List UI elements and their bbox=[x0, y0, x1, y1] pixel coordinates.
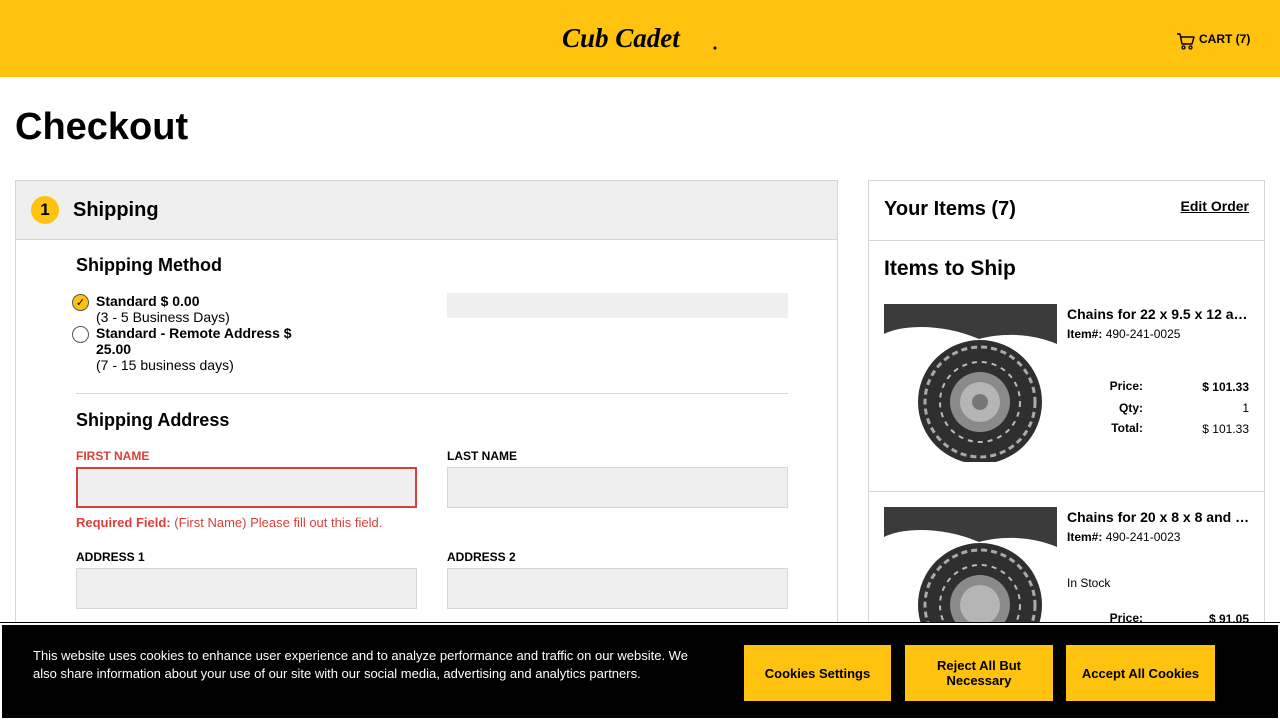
shipping-address-title: Shipping Address bbox=[76, 410, 230, 430]
stock-status: In Stock bbox=[1067, 576, 1111, 590]
cart-item: Chains for 20 x 8 x 8 and 20 x 10 x 8 Ti… bbox=[869, 507, 1264, 665]
radio-unchecked-icon[interactable] bbox=[72, 326, 89, 343]
section-divider bbox=[76, 393, 788, 394]
method-detail: (3 - 5 Business Days) bbox=[96, 309, 230, 325]
item-name[interactable]: Chains for 20 x 8 x 8 and 20 x 10 x 8 Ti… bbox=[1067, 509, 1250, 525]
address2-field[interactable] bbox=[447, 568, 788, 609]
price-label: Price: bbox=[1109, 379, 1143, 393]
page-title: Checkout bbox=[15, 106, 189, 148]
edit-order-link[interactable]: Edit Order bbox=[1181, 198, 1249, 214]
address2-label: ADDRESS 2 bbox=[447, 550, 516, 564]
method-name: Standard $ 0.00 bbox=[96, 293, 200, 309]
first-name-label: FIRST NAME bbox=[76, 449, 150, 463]
shipping-method-title: Shipping Method bbox=[76, 255, 222, 275]
item-number-label: Item#: bbox=[1067, 530, 1103, 544]
cart-link[interactable]: CART (7) bbox=[1176, 31, 1250, 51]
cookie-banner: This website uses cookies to enhance use… bbox=[0, 622, 1280, 720]
cart-item: Chains for 22 x 9.5 x 12 and 23 x 9.5 x … bbox=[869, 304, 1264, 492]
tire-chain-image[interactable] bbox=[884, 304, 1057, 462]
item-number: Item#: 490-241-0023 bbox=[1067, 530, 1180, 544]
first-name-error: Required Field: (First Name) Please fill… bbox=[76, 515, 382, 530]
method-name: Standard - Remote Address $ bbox=[96, 325, 292, 341]
svg-text:Cub Cadet: Cub Cadet bbox=[562, 24, 681, 52]
your-items-title: Your Items (7) bbox=[884, 198, 1016, 220]
logo-wordmark: Cub Cadet bbox=[562, 24, 717, 52]
item-number-label: Item#: bbox=[1067, 327, 1103, 341]
cub-cadet-logo[interactable]: Cub Cadet bbox=[562, 24, 718, 52]
cart-label: CART (7) bbox=[1199, 32, 1251, 46]
step-title: Shipping bbox=[73, 198, 159, 221]
price-value: $ 101.33 bbox=[1202, 380, 1249, 394]
cookies-settings-button[interactable]: Cookies Settings bbox=[744, 645, 891, 701]
step-number-badge: 1 bbox=[31, 196, 59, 224]
qty-label: Qty: bbox=[1119, 401, 1143, 415]
item-name[interactable]: Chains for 22 x 9.5 x 12 and 23 x 9.5 x … bbox=[1067, 306, 1250, 322]
shipping-method-standard[interactable]: ✓ Standard $ 0.00 (3 - 5 Business Days) bbox=[72, 293, 230, 325]
address1-label: ADDRESS 1 bbox=[76, 550, 145, 564]
site-header: Cub Cadet CART (7) bbox=[0, 0, 1280, 77]
shipping-method-remote[interactable]: Standard - Remote Address $ 25.00 (7 - 1… bbox=[72, 325, 292, 373]
qty-value: 1 bbox=[1242, 401, 1249, 415]
shipping-step-header: 1 Shipping bbox=[16, 181, 837, 240]
last-name-field[interactable] bbox=[447, 467, 788, 508]
order-summary-header: Your Items (7) Edit Order bbox=[869, 181, 1264, 241]
radio-checked-icon[interactable]: ✓ bbox=[72, 294, 89, 311]
reject-cookies-button[interactable]: Reject All But Necessary bbox=[905, 645, 1053, 701]
first-name-field[interactable] bbox=[76, 467, 417, 508]
method-detail: (7 - 15 business days) bbox=[96, 357, 234, 373]
shipping-method-info-box bbox=[447, 293, 788, 318]
item-number-value: 490-241-0025 bbox=[1105, 327, 1181, 341]
items-to-ship-title: Items to Ship bbox=[884, 257, 1016, 280]
item-number: Item#: 490-241-0025 bbox=[1067, 327, 1180, 341]
last-name-label: LAST NAME bbox=[447, 449, 517, 463]
accept-cookies-button[interactable]: Accept All Cookies bbox=[1066, 645, 1215, 701]
cookie-banner-text: This website uses cookies to enhance use… bbox=[33, 648, 688, 681]
total-value: $ 101.33 bbox=[1202, 422, 1249, 436]
error-message: (First Name) Please fill out this field. bbox=[174, 515, 383, 530]
total-label: Total: bbox=[1111, 421, 1143, 435]
address1-field[interactable] bbox=[76, 568, 417, 609]
item-number-value: 490-241-0023 bbox=[1105, 530, 1181, 544]
cart-icon bbox=[1177, 33, 1195, 50]
item-divider bbox=[869, 491, 1264, 492]
method-price: 25.00 bbox=[96, 341, 132, 357]
error-prefix: Required Field: bbox=[76, 515, 171, 530]
